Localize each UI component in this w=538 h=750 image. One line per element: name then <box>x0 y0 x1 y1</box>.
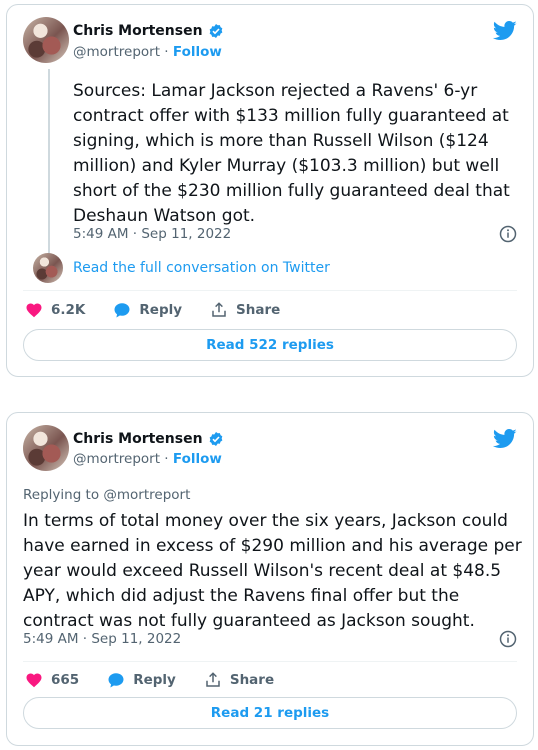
embedded-tweet-card-2: Chris Mortensen @mortreport · Follow Rep… <box>6 412 534 746</box>
thread-line <box>48 69 50 255</box>
author-name[interactable]: Chris Mortensen <box>73 431 203 447</box>
tweet-text: Sources: Lamar Jackson rejected a Ravens… <box>73 81 510 226</box>
verified-badge-icon <box>209 24 222 38</box>
replying-to[interactable]: Replying to @mortreport <box>23 487 190 503</box>
author-name-row: Chris Mortensen <box>73 23 224 39</box>
read-full-conversation-link[interactable]: Read the full conversation on Twitter <box>73 260 330 276</box>
twitter-bird-icon[interactable] <box>493 21 517 41</box>
reply-label: Reply <box>139 302 183 318</box>
reply-bubble-icon <box>108 673 124 688</box>
read-replies-button[interactable]: Read 21 replies <box>23 697 517 729</box>
author-handle[interactable]: @mortreport <box>73 44 160 60</box>
follow-link[interactable]: Follow <box>173 451 222 467</box>
reply-bubble-icon <box>114 303 130 318</box>
divider <box>23 661 517 662</box>
handle-separator: · <box>164 44 169 60</box>
handle-separator: · <box>164 451 169 467</box>
tweet-timestamp[interactable]: 5:49 AM · Sep 11, 2022 <box>73 226 231 242</box>
embedded-tweet-card-1: Chris Mortensen @mortreport · Follow Sou… <box>6 4 534 377</box>
like-button[interactable]: 665 <box>25 671 79 689</box>
like-button[interactable]: 6.2K <box>25 301 85 319</box>
share-icon <box>206 672 220 687</box>
like-count: 6.2K <box>51 302 86 318</box>
divider <box>23 290 517 291</box>
tweet-timestamp[interactable]: 5:49 AM · Sep 11, 2022 <box>23 631 181 647</box>
verified-badge-icon <box>209 432 222 446</box>
heart-icon <box>26 673 42 688</box>
twitter-bird-icon[interactable] <box>493 429 517 449</box>
info-icon[interactable] <box>499 225 517 243</box>
share-button[interactable]: Share <box>210 301 280 319</box>
share-label: Share <box>229 672 275 688</box>
author-avatar[interactable] <box>23 17 69 63</box>
reply-label: Reply <box>133 672 176 688</box>
reply-button[interactable]: Reply <box>107 671 176 689</box>
author-avatar[interactable] <box>23 425 69 471</box>
action-bar: 6.2K Reply Share <box>25 301 308 319</box>
author-handle[interactable]: @mortreport <box>73 451 160 467</box>
share-button[interactable]: Share <box>204 671 274 689</box>
author-name[interactable]: Chris Mortensen <box>73 23 203 39</box>
reply-button[interactable]: Reply <box>113 301 182 319</box>
info-icon[interactable] <box>499 630 517 648</box>
read-replies-button[interactable]: Read 522 replies <box>23 329 517 361</box>
author-name-row: Chris Mortensen <box>73 431 224 447</box>
action-bar: 665 Reply Share <box>25 671 302 689</box>
follow-link[interactable]: Follow <box>173 44 222 60</box>
share-icon <box>212 302 226 317</box>
share-label: Share <box>236 302 281 318</box>
heart-icon <box>26 303 42 318</box>
author-handle-row: @mortreport · Follow <box>73 451 222 467</box>
tweet-text: In terms of total money over the six yea… <box>23 511 522 631</box>
like-count: 665 <box>51 672 80 688</box>
author-handle-row: @mortreport · Follow <box>73 44 222 60</box>
conversation-avatar <box>33 253 63 283</box>
